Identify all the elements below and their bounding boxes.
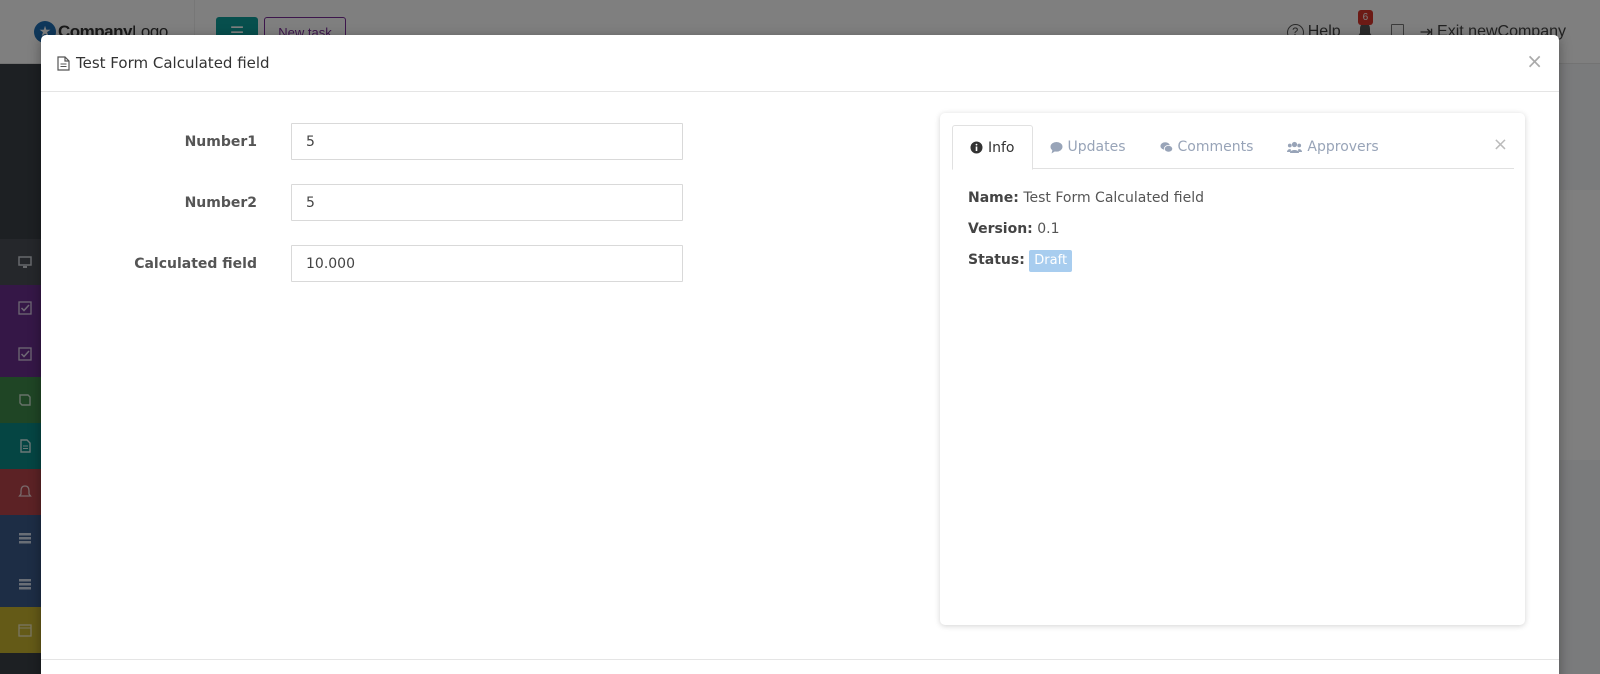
form-modal: Test Form Calculated field × Number1 Num…: [41, 35, 1559, 674]
document-icon: [57, 55, 70, 71]
info-circle-icon: [970, 141, 983, 154]
form-row-number2: Number2: [41, 184, 683, 221]
version-value: 0.1: [1037, 221, 1060, 237]
tab-approvers[interactable]: Approvers: [1270, 125, 1395, 169]
form-row-number1: Number1: [41, 123, 683, 160]
info-name-row: Name: Test Form Calculated field: [968, 190, 1204, 206]
tab-updates[interactable]: Updates: [1033, 125, 1143, 169]
panel-close-button[interactable]: ×: [1493, 136, 1508, 154]
form-row-calculated: Calculated field: [41, 245, 683, 282]
modal-close-button[interactable]: ×: [1526, 51, 1543, 71]
calculated-field-input[interactable]: [291, 245, 683, 282]
info-panel: Info Updates Comments Approvers × Name: …: [940, 113, 1525, 625]
modal-header: Test Form Calculated field ×: [41, 35, 1559, 92]
panel-tabs: Info Updates Comments Approvers: [952, 125, 1514, 170]
tab-comments-label: Comments: [1177, 139, 1254, 155]
tab-updates-label: Updates: [1067, 139, 1126, 155]
status-badge: Draft: [1029, 250, 1073, 272]
speech-bubble-icon: [1050, 141, 1062, 153]
info-version-row: Version: 0.1: [968, 221, 1060, 237]
name-value: Test Form Calculated field: [1023, 190, 1204, 206]
modal-title-text: Test Form Calculated field: [76, 54, 270, 72]
number2-input[interactable]: [291, 184, 683, 221]
tab-approvers-label: Approvers: [1307, 139, 1379, 155]
name-label: Name:: [968, 190, 1019, 206]
status-label: Status:: [968, 252, 1025, 268]
version-label: Version:: [968, 221, 1033, 237]
tab-info-label: Info: [988, 139, 1015, 156]
tab-info[interactable]: Info: [952, 125, 1033, 170]
calculated-field-label: Calculated field: [134, 255, 257, 272]
tab-comments[interactable]: Comments: [1143, 125, 1271, 169]
info-status-row: Status: Draft: [968, 250, 1073, 272]
users-icon: [1287, 141, 1303, 153]
number2-label: Number2: [184, 194, 257, 211]
number1-input[interactable]: [291, 123, 683, 160]
comments-icon: [1159, 141, 1173, 153]
number1-label: Number1: [184, 133, 257, 150]
modal-title: Test Form Calculated field: [57, 54, 270, 72]
modal-footer-divider: [41, 659, 1559, 660]
